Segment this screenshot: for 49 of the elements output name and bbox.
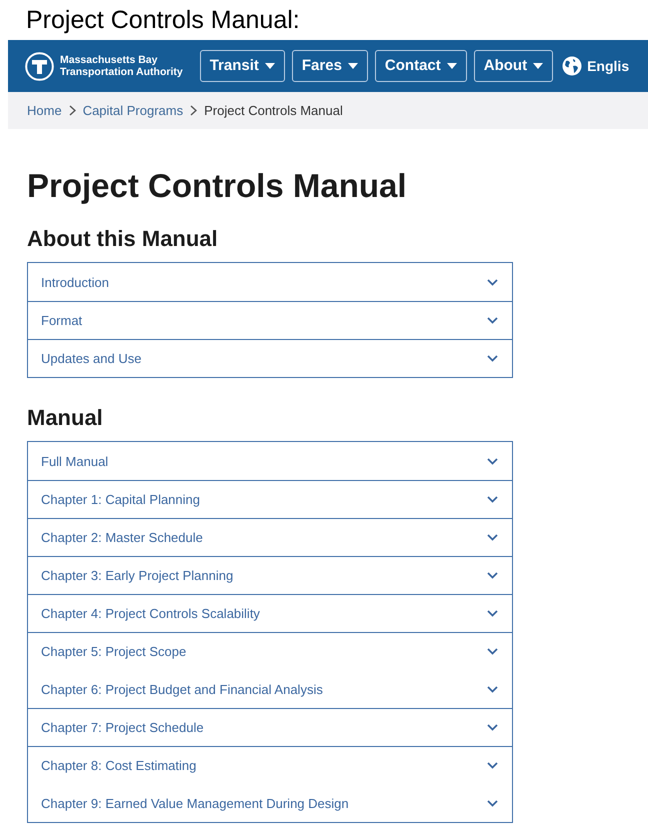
accordion-item[interactable]: Chapter 6: Project Budget and Financial Analysis xyxy=(28,670,512,708)
section-heading: Manual xyxy=(27,404,104,432)
logo-link[interactable]: Massachusetts Bay Transportation Authority xyxy=(25,52,183,80)
chevron-right-icon xyxy=(68,105,76,116)
chevron-right-icon xyxy=(190,105,198,116)
caret-icon xyxy=(446,63,457,69)
section-heading: About this Manual xyxy=(27,225,219,253)
chevron-down-icon xyxy=(487,279,498,286)
logo-text: Massachusetts Bay xyxy=(60,54,158,66)
language-button[interactable]: Englis xyxy=(562,56,630,76)
breadcrumb-link[interactable]: Capital Programs xyxy=(82,100,184,120)
accordion-item[interactable]: Introduction xyxy=(28,263,512,301)
chevron-down-icon xyxy=(487,648,498,655)
caption: Project Controls Manual: xyxy=(25,5,301,36)
chevron-down-icon xyxy=(487,496,498,503)
page-title: Project Controls Manual xyxy=(27,166,408,206)
t-logo-icon xyxy=(25,52,54,80)
nav-menu-button[interactable]: Contact xyxy=(374,50,467,82)
caret-icon xyxy=(264,63,275,69)
chevron-down-icon xyxy=(487,355,498,362)
accordion-item[interactable]: Chapter 5: Project Scope xyxy=(28,632,512,670)
accordion-item[interactable]: Format xyxy=(28,301,512,339)
accordion-item[interactable]: Full Manual xyxy=(28,442,512,480)
nav-menu-button[interactable]: About xyxy=(474,50,554,82)
accordion-item[interactable]: Chapter 9: Earned Value Management During Design xyxy=(28,784,512,822)
accordion-item[interactable]: Chapter 2: Master Schedule xyxy=(28,518,512,556)
chevron-down-icon xyxy=(487,458,498,465)
chevron-down-icon xyxy=(487,534,498,541)
chevron-down-icon xyxy=(487,686,498,693)
accordion-item[interactable]: Chapter 7: Project Schedule xyxy=(28,708,512,746)
caret-icon xyxy=(348,63,358,69)
accordion-item[interactable]: Updates and Use xyxy=(28,339,512,377)
chevron-down-icon xyxy=(487,610,498,617)
chevron-down-icon xyxy=(487,724,498,731)
nav-menu-button[interactable]: Transit xyxy=(200,50,285,82)
chevron-down-icon xyxy=(487,762,498,769)
accordion-item[interactable]: Chapter 3: Early Project Planning xyxy=(28,556,512,594)
chevron-down-icon xyxy=(487,317,498,324)
globe-icon xyxy=(562,56,582,76)
breadcrumb-current: Project Controls Manual xyxy=(204,102,343,120)
accordion-item[interactable]: Chapter 4: Project Controls Scalability xyxy=(28,594,512,632)
accordion-item[interactable]: Chapter 1: Capital Planning xyxy=(28,480,512,518)
chevron-down-icon xyxy=(487,800,498,807)
breadcrumb-link[interactable]: Home xyxy=(27,100,62,120)
chevron-down-icon xyxy=(487,572,498,579)
logo-text: Transportation Authority xyxy=(60,66,183,78)
nav-menu-button[interactable]: Fares xyxy=(292,50,368,82)
accordion-item[interactable]: Chapter 8: Cost Estimating xyxy=(28,746,512,784)
caret-icon xyxy=(533,63,544,69)
